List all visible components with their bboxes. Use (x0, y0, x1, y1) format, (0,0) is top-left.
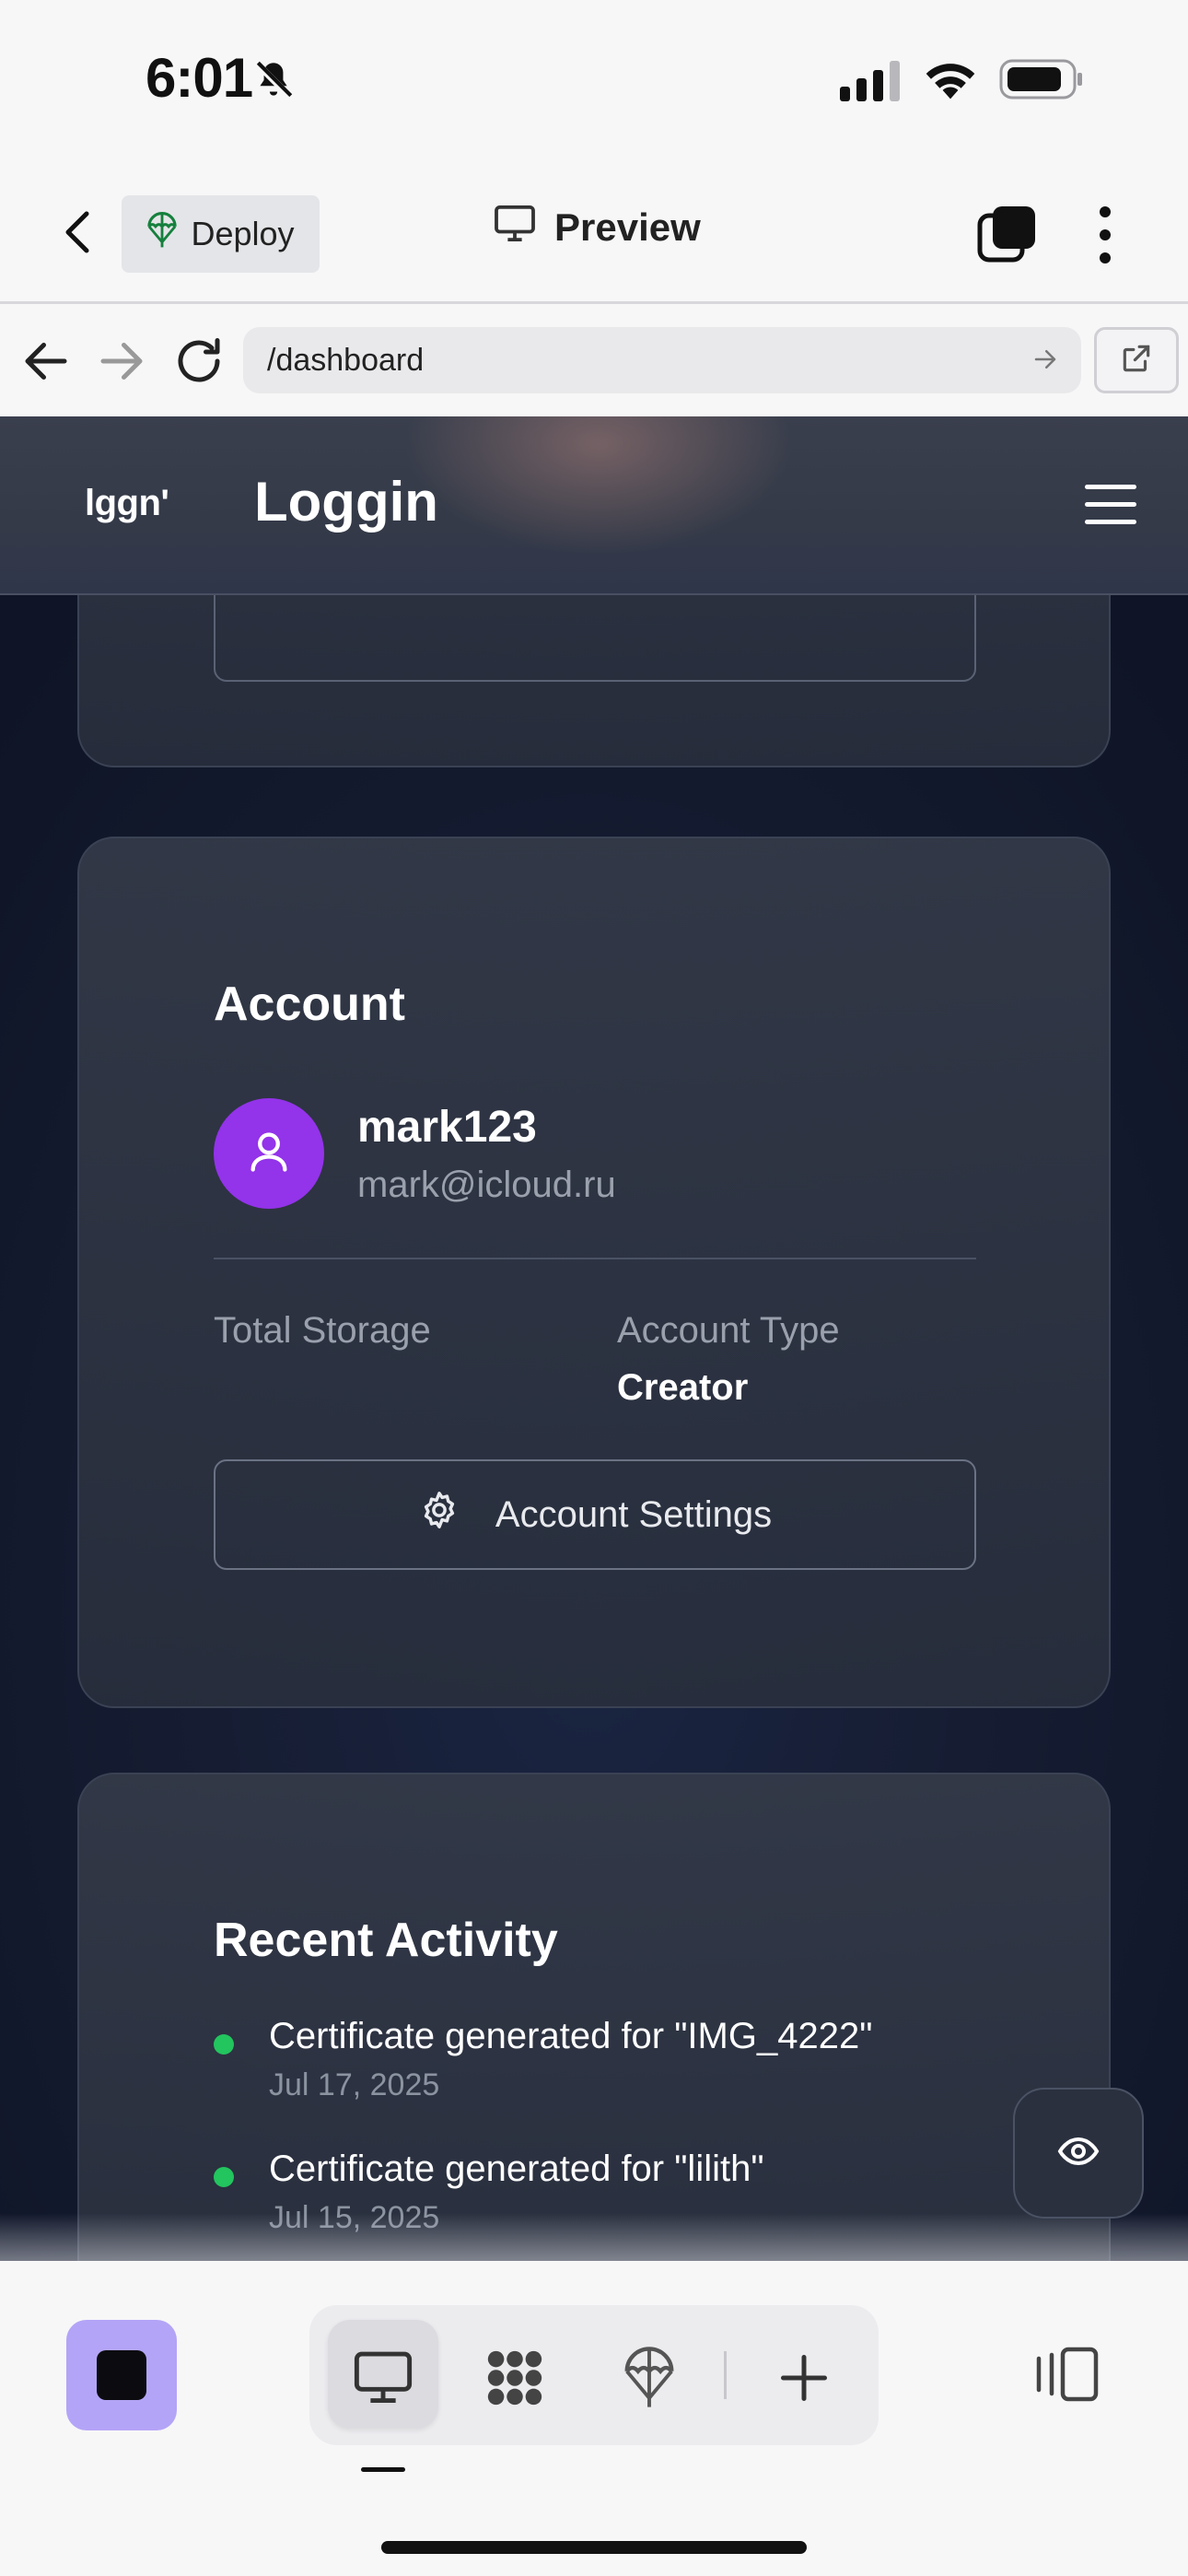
deploy-parachute-icon (146, 211, 178, 257)
account-settings-label: Account Settings (495, 1493, 773, 1535)
reload-icon[interactable] (171, 334, 227, 389)
activity-text: Certificate generated for "lilith" (269, 2149, 764, 2189)
stop-icon (97, 2350, 146, 2400)
hamburger-menu-icon[interactable] (1085, 485, 1136, 527)
back-chevron-icon[interactable] (55, 205, 101, 260)
avatar (214, 1098, 324, 1209)
account-card: Account mark123 mark@icloud.ru Total Sto… (77, 837, 1111, 1708)
browser-forward-arrow-icon[interactable] (94, 334, 149, 389)
cellular-signal-icon (840, 61, 903, 106)
deploy-parachute-nav-icon[interactable] (617, 2346, 681, 2410)
stop-square-button[interactable] (66, 2320, 177, 2430)
deploy-label: Deploy (191, 215, 295, 252)
user-icon (245, 1128, 293, 1180)
url-input[interactable]: /dashboard (243, 327, 1081, 393)
activity-text: Certificate generated for "IMG_4222" (269, 2016, 873, 2056)
add-plus-icon[interactable] (772, 2346, 836, 2410)
integrations-icon[interactable] (483, 2346, 547, 2410)
account-title: Account (214, 978, 405, 1031)
recent-activity-title: Recent Activity (214, 1914, 558, 1967)
account-type-value: Creator (617, 1367, 749, 1408)
gear-icon (418, 1489, 460, 1540)
status-time: 6:01 (146, 47, 253, 109)
recent-activity-card: Recent Activity Certificate generated fo… (77, 1773, 1111, 2261)
divider (214, 1258, 976, 1259)
activity-date: Jul 17, 2025 (269, 2067, 440, 2102)
monitor-icon (494, 205, 536, 251)
url-text: /dashboard (267, 342, 425, 378)
home-indicator (381, 2541, 807, 2554)
preview-title: Preview (494, 205, 701, 251)
web-preview: Account mark123 mark@icloud.ru Total Sto… (0, 416, 1188, 2261)
battery-icon (999, 59, 1084, 104)
more-options-icon[interactable] (1096, 205, 1114, 265)
browser-back-arrow-icon[interactable] (18, 334, 74, 389)
status-dot (214, 2167, 234, 2187)
site-logo[interactable]: lggn' (85, 483, 169, 524)
external-link-icon (1119, 341, 1154, 381)
account-settings-button[interactable]: Account Settings (214, 1459, 976, 1570)
tabs-icon[interactable] (976, 205, 1037, 265)
user-email: mark@icloud.ru (357, 1165, 616, 1205)
preview-title-text: Preview (554, 205, 701, 249)
account-type-label: Account Type (617, 1310, 840, 1351)
desktop-view-icon[interactable] (351, 2346, 415, 2410)
eye-icon (1056, 2129, 1101, 2178)
site-brand-name: Loggin (254, 471, 438, 533)
wifi-icon (921, 55, 980, 106)
total-storage-label: Total Storage (214, 1310, 431, 1351)
username: mark123 (357, 1103, 537, 1152)
deploy-button[interactable]: Deploy (122, 195, 320, 273)
split-panel-icon[interactable] (1031, 2346, 1100, 2403)
go-arrow-icon[interactable] (1031, 345, 1059, 381)
site-header: lggn' Loggin (0, 416, 1188, 595)
silent-bell-icon (250, 57, 297, 108)
open-external-button[interactable] (1094, 327, 1179, 393)
preview-toggle-button[interactable] (1013, 2088, 1144, 2219)
status-dot (214, 2034, 234, 2055)
